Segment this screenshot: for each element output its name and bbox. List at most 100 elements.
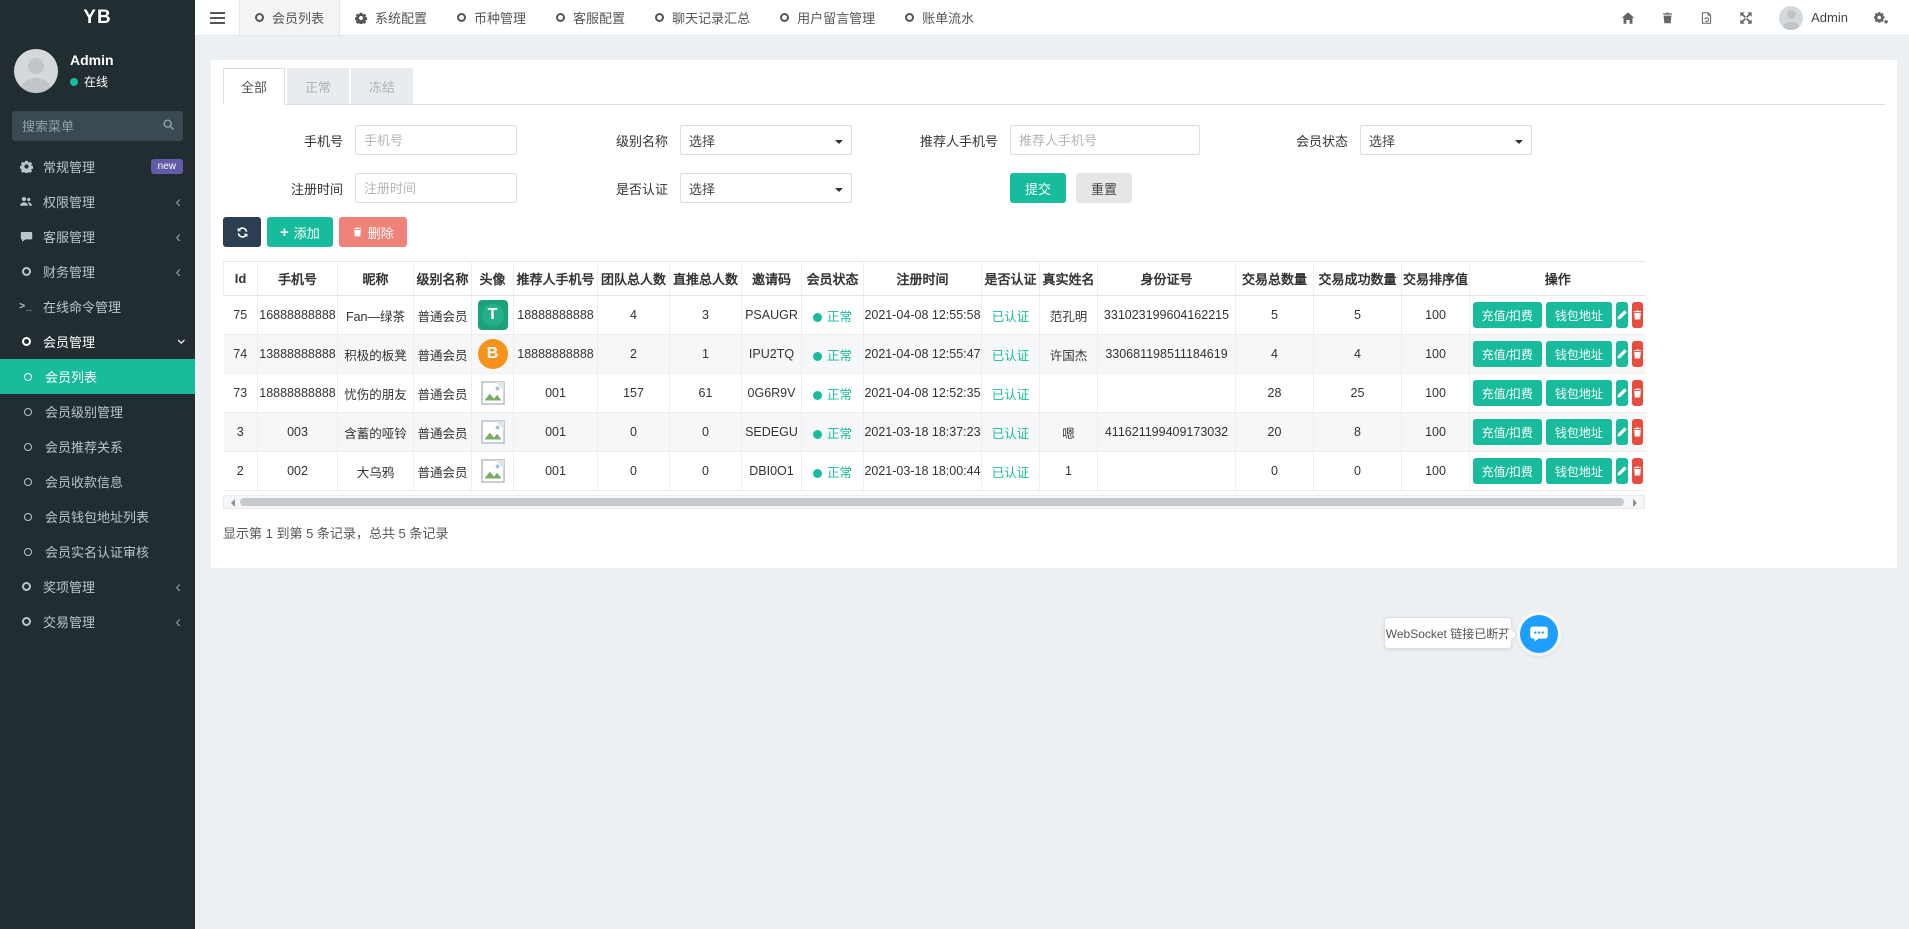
cell-invite-code: SEDEGU bbox=[742, 413, 802, 452]
column-header[interactable]: 邀请码 bbox=[742, 262, 802, 296]
sidebar-subitem[interactable]: 会员推荐关系 bbox=[0, 429, 195, 464]
column-header[interactable]: 团队总人数 bbox=[598, 262, 670, 296]
cell-direct-count: 0 bbox=[670, 452, 742, 491]
top-tab[interactable]: 会员列表 bbox=[239, 0, 340, 35]
app-logo[interactable]: YB bbox=[0, 0, 195, 36]
recharge-button[interactable]: 充值/扣费 bbox=[1473, 341, 1542, 367]
top-tab[interactable]: 用户留言管理 bbox=[765, 0, 890, 35]
refresh-button[interactable] bbox=[223, 217, 261, 247]
scrollbar-thumb[interactable] bbox=[240, 498, 1624, 506]
sidebar-subitem[interactable]: 会员级别管理 bbox=[0, 394, 195, 429]
cell-trade-success: 8 bbox=[1314, 413, 1402, 452]
user-avatar bbox=[1779, 6, 1803, 30]
sidebar-subitem[interactable]: 会员收款信息 bbox=[0, 464, 195, 499]
column-header[interactable]: 会员状态 bbox=[802, 262, 864, 296]
cell-level: 普通会员 bbox=[414, 335, 472, 374]
wallet-address-button[interactable]: 钱包地址 bbox=[1546, 419, 1612, 445]
members-table: Id手机号昵称级别名称头像推荐人手机号团队总人数直推总人数邀请码会员状态注册时间… bbox=[223, 261, 1646, 491]
add-button[interactable]: + 添加 bbox=[267, 217, 333, 247]
edit-button[interactable] bbox=[1616, 341, 1628, 367]
edit-button[interactable] bbox=[1616, 419, 1628, 445]
column-header[interactable]: 昵称 bbox=[338, 262, 414, 296]
regtime-filter-input[interactable] bbox=[355, 173, 517, 203]
sidebar-item[interactable]: >_ 在线命令管理 bbox=[0, 289, 195, 324]
column-header[interactable]: Id bbox=[224, 262, 258, 296]
status-filter-tab[interactable]: 正常 bbox=[287, 68, 349, 105]
column-header[interactable]: 级别名称 bbox=[414, 262, 472, 296]
delete-row-button[interactable] bbox=[1632, 380, 1643, 406]
edit-button[interactable] bbox=[1616, 458, 1628, 484]
wallet-address-button[interactable]: 钱包地址 bbox=[1546, 380, 1612, 406]
edit-button[interactable] bbox=[1616, 302, 1628, 328]
delete-row-button[interactable] bbox=[1632, 302, 1643, 328]
search-icon[interactable] bbox=[162, 118, 175, 134]
referrer-filter-input[interactable] bbox=[1010, 125, 1200, 155]
sidebar-search-input[interactable] bbox=[12, 111, 183, 141]
status-filter-tab[interactable]: 全部 bbox=[223, 68, 285, 105]
reset-button[interactable]: 重置 bbox=[1076, 173, 1132, 203]
wallet-address-button[interactable]: 钱包地址 bbox=[1546, 458, 1612, 484]
settings-gears-icon[interactable] bbox=[1874, 11, 1889, 25]
sidebar-item[interactable]: 交易管理 ‹ bbox=[0, 604, 195, 639]
sidebar-item[interactable]: 财务管理 ‹ bbox=[0, 254, 195, 289]
sidebar-toggle-button[interactable] bbox=[195, 0, 239, 35]
scroll-left-arrow-icon[interactable] bbox=[227, 499, 235, 507]
trash-icon[interactable] bbox=[1661, 11, 1674, 25]
member-status-filter-select[interactable]: 选择 bbox=[1360, 125, 1532, 155]
sidebar-item[interactable]: 奖项管理 ‹ bbox=[0, 569, 195, 604]
trash-icon bbox=[1632, 309, 1643, 321]
column-header[interactable]: 是否认证 bbox=[982, 262, 1040, 296]
column-header[interactable]: 头像 bbox=[472, 262, 514, 296]
sidebar-subitem[interactable]: 会员列表 bbox=[0, 359, 195, 394]
navbar-user-menu[interactable]: Admin bbox=[1779, 6, 1848, 30]
wallet-address-button[interactable]: 钱包地址 bbox=[1546, 302, 1612, 328]
top-tab-label: 客服配置 bbox=[573, 8, 625, 27]
column-header[interactable]: 推荐人手机号 bbox=[514, 262, 598, 296]
cell-idcard: 330681198511184619 bbox=[1098, 335, 1236, 374]
sidebar-item[interactable]: 常规管理 new bbox=[0, 149, 195, 184]
column-header[interactable]: 交易成功数量 bbox=[1314, 262, 1402, 296]
delete-row-button[interactable] bbox=[1632, 419, 1643, 445]
column-header[interactable]: 交易排序值 bbox=[1402, 262, 1470, 296]
page-refresh-icon[interactable] bbox=[1700, 11, 1713, 25]
recharge-button[interactable]: 充值/扣费 bbox=[1473, 380, 1542, 406]
recharge-button[interactable]: 充值/扣费 bbox=[1473, 458, 1542, 484]
submit-button[interactable]: 提交 bbox=[1010, 173, 1066, 203]
sidebar-item[interactable]: 客服管理 ‹ bbox=[0, 219, 195, 254]
phone-filter-input[interactable] bbox=[355, 125, 517, 155]
edit-button[interactable] bbox=[1616, 380, 1628, 406]
scroll-right-arrow-icon[interactable] bbox=[1633, 499, 1641, 507]
home-icon[interactable] bbox=[1621, 11, 1635, 25]
sidebar-subitem[interactable]: 会员钱包地址列表 bbox=[0, 499, 195, 534]
verified-filter-select[interactable]: 选择 bbox=[680, 173, 852, 203]
top-tab[interactable]: 聊天记录汇总 bbox=[640, 0, 765, 35]
column-header[interactable]: 注册时间 bbox=[864, 262, 982, 296]
column-header[interactable]: 真实姓名 bbox=[1040, 262, 1098, 296]
sidebar-item[interactable]: 权限管理 ‹ bbox=[0, 184, 195, 219]
status-filter-tab[interactable]: 冻结 bbox=[351, 68, 413, 105]
delete-row-button[interactable] bbox=[1632, 458, 1643, 484]
cell-trade-total: 4 bbox=[1236, 335, 1314, 374]
sidebar-subitem[interactable]: 会员实名认证审核 bbox=[0, 534, 195, 569]
cell-invite-code: DBI0O1 bbox=[742, 452, 802, 491]
top-tab[interactable]: 账单流水 bbox=[890, 0, 989, 35]
sidebar-item[interactable]: 会员管理 ‹ bbox=[0, 324, 195, 359]
wallet-address-button[interactable]: 钱包地址 bbox=[1546, 341, 1612, 367]
column-header[interactable]: 操作 bbox=[1470, 262, 1646, 296]
column-header[interactable]: 身份证号 bbox=[1098, 262, 1236, 296]
cell-actions: 充值/扣费 钱包地址 bbox=[1470, 374, 1646, 413]
fullscreen-icon[interactable] bbox=[1739, 11, 1753, 25]
top-tab[interactable]: 系统配置 bbox=[340, 0, 442, 35]
top-tab[interactable]: 币种管理 bbox=[442, 0, 541, 35]
recharge-button[interactable]: 充值/扣费 bbox=[1473, 302, 1542, 328]
column-header[interactable]: 交易总数量 bbox=[1236, 262, 1314, 296]
horizontal-scrollbar[interactable] bbox=[223, 495, 1645, 509]
chat-button[interactable] bbox=[1520, 615, 1558, 653]
level-filter-select[interactable]: 选择 bbox=[680, 125, 852, 155]
recharge-button[interactable]: 充值/扣费 bbox=[1473, 419, 1542, 445]
delete-button[interactable]: 删除 bbox=[339, 217, 407, 247]
delete-row-button[interactable] bbox=[1632, 341, 1643, 367]
column-header[interactable]: 直推总人数 bbox=[670, 262, 742, 296]
top-tab[interactable]: 客服配置 bbox=[541, 0, 640, 35]
column-header[interactable]: 手机号 bbox=[258, 262, 338, 296]
